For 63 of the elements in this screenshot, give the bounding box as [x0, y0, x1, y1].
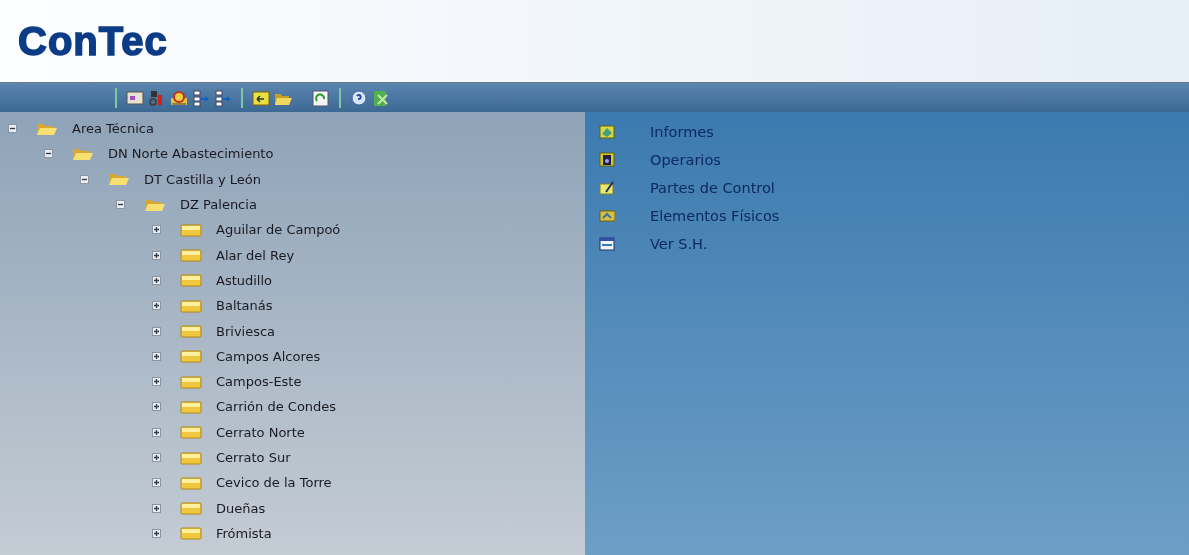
exit-icon[interactable] [372, 88, 390, 107]
window-icon [599, 236, 615, 252]
folder-up-icon[interactable] [252, 88, 270, 107]
expand-icon[interactable] [152, 377, 162, 387]
folder-icon [180, 349, 202, 364]
collapse-icon[interactable] [80, 174, 90, 184]
folder-icon [180, 248, 202, 263]
tree-item[interactable]: Area Técnica [72, 121, 154, 137]
folder-icon [180, 475, 202, 490]
expand-icon[interactable] [152, 478, 162, 488]
diagram-icon[interactable] [192, 88, 210, 107]
tree-item[interactable]: Cerrato Sur [216, 450, 291, 465]
expand-icon[interactable] [152, 427, 162, 437]
menu-link[interactable]: Ver S.H. [650, 236, 708, 252]
tree-item[interactable]: DZ Palencia [180, 197, 257, 213]
expand-icon[interactable] [152, 351, 162, 361]
folder-icon [180, 298, 202, 313]
expand-icon[interactable] [152, 453, 162, 462]
tree-item[interactable]: Carrión de Condes [216, 399, 337, 415]
open-folder-icon [108, 172, 130, 187]
folder-icon [180, 273, 202, 288]
collapse-icon[interactable] [116, 200, 126, 210]
tree-item[interactable]: DT Castilla y León [144, 171, 261, 187]
tree-item[interactable]: Campos-Este [216, 374, 302, 390]
expand-icon[interactable] [152, 326, 162, 336]
tree-item[interactable]: DN Norte Abastecimiento [108, 146, 274, 162]
tree-item[interactable]: Dueñas [216, 500, 266, 516]
refresh-icon[interactable] [312, 88, 330, 107]
expand-icon[interactable] [152, 402, 162, 412]
window-icon[interactable] [126, 88, 144, 107]
help-icon[interactable] [350, 88, 368, 107]
folder-icon [180, 450, 202, 465]
expand-icon[interactable] [152, 503, 162, 513]
folder-icon [180, 222, 202, 237]
expand-icon[interactable] [152, 250, 162, 260]
open-folder-icon [72, 146, 94, 161]
tree-item[interactable]: Briviesca [216, 323, 276, 339]
expand-icon[interactable] [152, 528, 162, 538]
diagram-icon[interactable] [214, 88, 232, 107]
folder-icon [180, 425, 202, 440]
collapse-icon[interactable] [44, 149, 54, 159]
folder-icon [180, 399, 202, 414]
tree-item[interactable]: Alar del Rey [216, 247, 295, 263]
tree-item[interactable]: Astudillo [216, 272, 273, 288]
tree-item[interactable]: Campos Alcores [216, 348, 321, 364]
tree-item[interactable]: Baltanás [216, 298, 273, 314]
tree-item[interactable]: Cerrato Norte [216, 424, 305, 440]
folder-icon [180, 324, 202, 338]
folder-icon [180, 374, 202, 389]
pencil-icon [599, 180, 615, 196]
folder-icon [180, 501, 202, 516]
expand-icon[interactable] [152, 301, 162, 311]
collapse-icon[interactable] [8, 124, 18, 134]
tree-item[interactable]: Frómista [216, 525, 272, 541]
tree-item[interactable]: Aguilar de Campoó [216, 222, 341, 238]
logo: ConTec [18, 18, 168, 64]
expand-icon[interactable] [152, 225, 162, 235]
open-folder-icon [36, 121, 58, 136]
report-icon [599, 124, 615, 140]
open-folder-icon [144, 197, 166, 212]
expand-icon[interactable] [152, 275, 162, 285]
tree-item[interactable]: Cevico de la Torre [216, 475, 332, 491]
folder-icon [180, 526, 202, 541]
